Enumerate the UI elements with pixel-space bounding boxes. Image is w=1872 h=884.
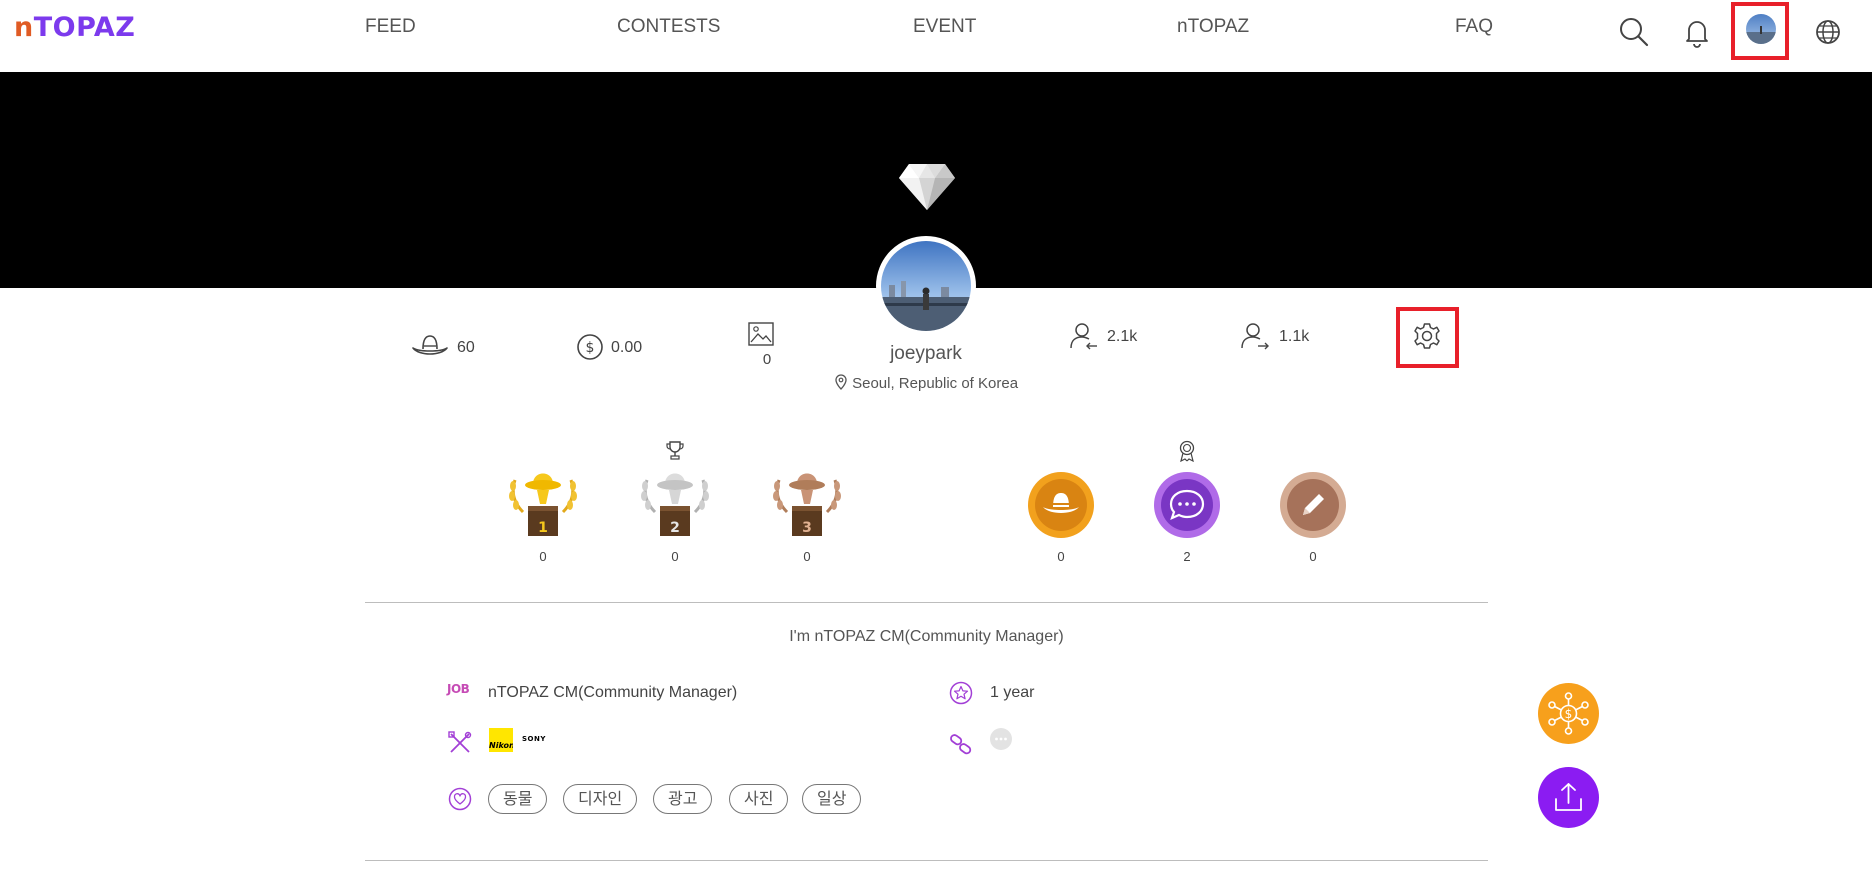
- interest-tag[interactable]: 동물: [488, 784, 548, 814]
- profile-location: Seoul, Republic of Korea: [826, 374, 1026, 392]
- nikon-logo[interactable]: Nikon: [489, 728, 513, 752]
- interest-tag[interactable]: 광고: [653, 784, 713, 814]
- coin-balance: 0.00: [611, 339, 643, 356]
- svg-text:2: 2: [670, 520, 680, 536]
- nav-contests[interactable]: CONTESTS: [617, 16, 720, 38]
- hat-count: 60: [457, 339, 475, 356]
- location-pin-icon: [835, 374, 847, 390]
- ntopaz-logo[interactable]: nTOPAZ: [14, 12, 135, 43]
- medal-icon: [1178, 440, 1196, 467]
- following-icon[interactable]: [1240, 321, 1270, 356]
- profile-username: joeypark: [890, 343, 962, 364]
- job-icon: JOB: [447, 682, 470, 696]
- following-count[interactable]: 1.1k: [1279, 328, 1309, 346]
- interest-tag[interactable]: 디자인: [563, 784, 638, 814]
- avatar[interactable]: [1746, 14, 1776, 44]
- interest-tag[interactable]: 사진: [729, 784, 789, 814]
- upload-button[interactable]: [1538, 767, 1599, 828]
- svg-text:1: 1: [538, 520, 548, 536]
- followers-count[interactable]: 2.1k: [1107, 328, 1137, 346]
- silver-trophy-icon[interactable]: 2: [637, 462, 713, 545]
- silver-trophy-count: 0: [671, 549, 679, 564]
- diamond-icon: [897, 160, 957, 217]
- gold-trophy-icon[interactable]: 1: [505, 462, 581, 545]
- bronze-trophy-icon[interactable]: 3: [769, 462, 845, 545]
- top-nav-bar: nTOPAZ FEED CONTESTS EVENT nTOPAZ FAQ: [0, 0, 1872, 72]
- svg-text:$: $: [586, 340, 595, 356]
- gold-trophy-count: 0: [539, 549, 547, 564]
- hat-badge-icon[interactable]: [1027, 471, 1095, 544]
- svg-text:$: $: [1565, 707, 1573, 721]
- profile-bio: I'm nTOPAZ CM(Community Manager): [789, 628, 1064, 645]
- hat-icon: [411, 333, 449, 364]
- nav-feed[interactable]: FEED: [365, 16, 416, 38]
- tools-icon: [447, 730, 473, 761]
- search-icon[interactable]: [1616, 14, 1652, 50]
- svg-text:3: 3: [802, 520, 812, 536]
- link-icon: [948, 731, 974, 762]
- coin-icon: $: [576, 333, 604, 366]
- bell-icon[interactable]: [1679, 14, 1715, 50]
- profile-avatar[interactable]: [876, 236, 976, 336]
- hat-badge-count: 0: [1057, 549, 1065, 564]
- comment-badge-count: 2: [1183, 549, 1191, 564]
- tenure-text: 1 year: [990, 684, 1035, 701]
- upload-icon: [1555, 783, 1582, 811]
- more-links-button[interactable]: [990, 728, 1012, 750]
- interest-tag[interactable]: 일상: [802, 784, 862, 814]
- ellipsis-icon: [995, 737, 1007, 741]
- divider-bottom: [365, 860, 1488, 861]
- pencil-badge-icon[interactable]: [1279, 471, 1347, 544]
- gear-icon[interactable]: [1412, 321, 1442, 356]
- nav-event[interactable]: EVENT: [913, 16, 976, 38]
- followers-icon[interactable]: [1069, 321, 1099, 356]
- divider-top: [365, 602, 1488, 603]
- heart-circle-icon: [447, 786, 473, 817]
- photo-count: 0: [762, 351, 772, 368]
- bronze-trophy-count: 0: [803, 549, 811, 564]
- nav-faq[interactable]: FAQ: [1455, 16, 1493, 38]
- nav-ntopaz[interactable]: nTOPAZ: [1177, 16, 1249, 38]
- globe-icon[interactable]: [1810, 14, 1846, 50]
- reward-share-button[interactable]: $: [1538, 683, 1599, 744]
- network-coin-icon: $: [1548, 692, 1589, 735]
- location-text: Seoul, Republic of Korea: [852, 375, 1019, 392]
- pencil-badge-count: 0: [1309, 549, 1317, 564]
- photo-icon: [748, 322, 774, 351]
- comment-badge-icon[interactable]: [1153, 471, 1221, 544]
- job-text: nTOPAZ CM(Community Manager): [488, 684, 738, 701]
- star-badge-icon: [948, 680, 974, 711]
- sony-logo[interactable]: SONY: [522, 735, 546, 743]
